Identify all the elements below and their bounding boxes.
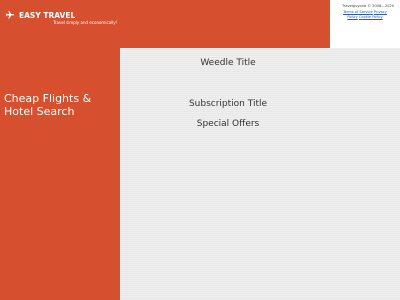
legal-panel: Travelguyonb © 2008—2020 Terms of Servic… — [330, 0, 400, 48]
main-content: Weedle Title Subscription Title Special … — [120, 48, 400, 300]
brand-tagline: Travel simply and economically! — [53, 20, 118, 25]
sidebar-title: Cheap Flights & Hotel Search — [4, 92, 92, 118]
brand-logo[interactable]: EASY TRAVEL — [5, 10, 75, 20]
sidebar: Cheap Flights & Hotel Search — [0, 48, 120, 300]
header-bar: EASY TRAVEL Travel simply and economical… — [0, 0, 330, 48]
cookie-policy-link[interactable]: Cookie Policy — [359, 15, 383, 19]
subscription-title: Subscription Title — [188, 99, 268, 109]
legal-links: Terms of Service Privacy Policy Cookie P… — [342, 10, 388, 19]
weedle-title: Weedle Title — [200, 58, 256, 68]
terms-of-service-link[interactable]: Terms of Service — [343, 10, 373, 14]
copyright-text: Travelguyonb © 2008—2020 — [342, 4, 394, 8]
airplane-icon — [5, 10, 15, 20]
brand-name: EASY TRAVEL — [19, 10, 76, 20]
special-offers-title: Special Offers — [196, 119, 260, 129]
